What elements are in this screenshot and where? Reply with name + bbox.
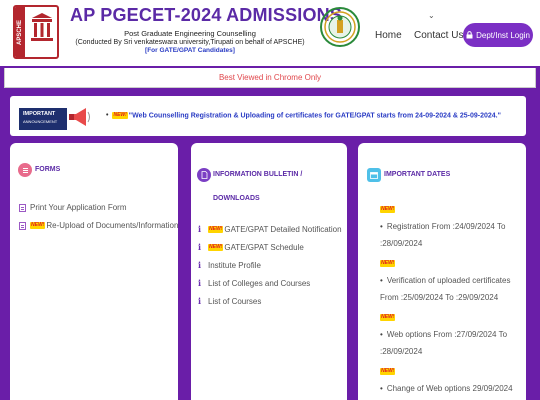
apsche-emblem-icon	[31, 13, 53, 41]
new-badge: NEW!	[208, 243, 224, 251]
megaphone-icon	[69, 108, 90, 126]
info-heading-line1: INFORMATION BULLETIN /	[213, 171, 303, 178]
page-title: AP PGECET-2024 ADMISSIONS	[70, 5, 343, 25]
registration-date: • Registration From :24/09/2024 To :28/09…	[380, 218, 505, 252]
info-icon: i	[198, 296, 202, 306]
new-badge: NEW!	[30, 222, 46, 229]
info-heading-line2: DOWNLOADS	[213, 195, 260, 202]
lock-icon	[466, 31, 473, 39]
dates-heading: IMPORTANT DATES	[384, 171, 451, 178]
list-item-label: Re-Upload of Documents/Information	[46, 221, 179, 230]
document-icon	[19, 203, 26, 212]
date-line2: From :25/09/2024 To :29/09/2024	[380, 293, 499, 302]
list-item-label: GATE/GPAT Detailed Notification	[224, 224, 342, 234]
important-dates-card: IMPORTANT DATES NEW! • Registration From …	[358, 143, 526, 400]
bullet: •	[380, 276, 383, 285]
document-icon	[19, 221, 26, 230]
header: APSCHE AP PGECET-2024 ADMISSIONS Post Gr…	[0, 0, 540, 66]
info-icon: i	[198, 224, 202, 234]
login-label: Dept/Inst Login	[476, 30, 530, 40]
calendar-icon	[367, 168, 381, 182]
list-item-label: List of Courses	[208, 296, 262, 306]
pdf-icon	[197, 168, 211, 182]
date-line1: Verification of uploaded certificates	[386, 276, 511, 285]
bullet: •	[106, 112, 109, 120]
new-badge: NEW!	[380, 314, 396, 321]
dept-login-button[interactable]: Dept/Inst Login	[463, 23, 533, 47]
new-badge: NEW!	[380, 260, 396, 267]
date-line2: :28/09/2024	[380, 347, 423, 356]
bullet: •	[380, 330, 383, 339]
date-line1: Change of Web options 29/09/2024	[386, 384, 513, 393]
subtitle: Post Graduate Engineering Counselling	[124, 29, 256, 38]
info-heading: INFORMATION BULLETIN / DOWNLOADS	[213, 163, 302, 211]
institute-profile-link[interactable]: i Institute Profile	[198, 260, 261, 270]
new-badge: NEW!	[380, 206, 396, 213]
state-emblem-icon	[320, 7, 360, 47]
candidates-note: [For GATE/GPAT Candidates]	[145, 47, 235, 54]
nav-home-link[interactable]: Home	[375, 30, 402, 41]
announcement-link[interactable]: • NEW! "Web Counselling Registration & Upl…	[106, 112, 501, 119]
best-viewed-banner: Best Viewed in Chrome Only	[4, 68, 536, 88]
new-badge: NEW!	[112, 112, 128, 119]
logo-text: APSCHE	[15, 7, 25, 57]
title-block: AP PGECET-2024 ADMISSIONS Post Graduate …	[70, 5, 343, 54]
conducted-by: (Conducted By Sri venkateswara universit…	[75, 39, 305, 46]
date-line1: Web options From :27/09/2024 To	[386, 330, 508, 339]
badge-title: IMPORTANT	[23, 111, 56, 117]
apsche-logo: APSCHE	[13, 5, 59, 59]
schedule-link[interactable]: i NEW! GATE/GPAT Schedule	[198, 242, 304, 252]
info-icon: i	[198, 242, 202, 252]
info-icon: i	[198, 278, 202, 288]
date-line1: Registration From :24/09/2024 To	[386, 222, 506, 231]
list-item-label: Institute Profile	[208, 260, 261, 270]
date-line2: :28/09/2024	[380, 239, 423, 248]
bullet: •	[380, 222, 383, 231]
verification-date: • Verification of uploaded certificates F…	[380, 272, 510, 306]
colleges-courses-link[interactable]: i List of Colleges and Courses	[198, 278, 310, 288]
list-item-label: List of Colleges and Courses	[208, 278, 311, 288]
new-badge: NEW!	[380, 368, 396, 375]
print-application-link[interactable]: Print Your Application Form	[19, 203, 127, 212]
announcement-badge: IMPORTANT ANNOUNCEMENT	[19, 108, 67, 130]
courses-link[interactable]: i List of Courses	[198, 296, 261, 306]
nav-contact-link[interactable]: Contact Us	[414, 30, 463, 41]
announcement-bar: IMPORTANT ANNOUNCEMENT • NEW! "Web Counsel…	[10, 96, 526, 136]
list-item-label: Print Your Application Form	[30, 203, 127, 212]
forms-card: FORMS Print Your Application Form NEW! R…	[10, 143, 178, 400]
badge-subtitle: ANNOUNCEMENT	[23, 119, 58, 124]
info-icon: i	[198, 260, 202, 270]
detailed-notification-link[interactable]: i NEW! GATE/GPAT Detailed Notification	[198, 224, 342, 234]
bullet: •	[380, 384, 383, 393]
information-card: INFORMATION BULLETIN / DOWNLOADS i NEW! …	[191, 143, 347, 400]
web-options-date: • Web options From :27/09/2024 To :28/09/…	[380, 326, 507, 360]
reupload-documents-link[interactable]: NEW! Re-Upload of Documents/Information	[19, 221, 178, 230]
new-badge: NEW!	[208, 225, 224, 233]
forms-heading: FORMS	[35, 166, 61, 173]
list-item-label: GATE/GPAT Schedule	[224, 242, 304, 252]
chevron-down-icon[interactable]: ⌄	[428, 11, 435, 20]
change-options-date: • Change of Web options 29/09/2024	[380, 380, 513, 397]
forms-icon	[18, 163, 32, 177]
announcement-text: "Web Counselling Registration & Uploadin…	[128, 112, 501, 120]
